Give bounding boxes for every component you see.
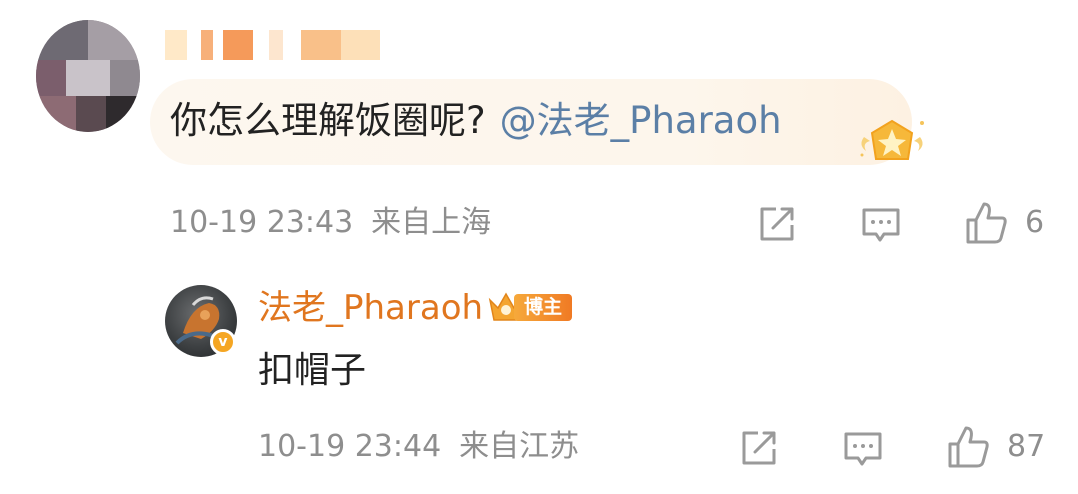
star-badge-icon <box>860 119 924 160</box>
comment-location: 来自上海 <box>371 205 492 240</box>
host-badge-label: 博主 <box>514 294 572 321</box>
comment-timestamp: 10-19 23:43 <box>170 205 354 240</box>
reply-location: 来自江苏 <box>459 429 580 464</box>
comment-icon[interactable] <box>842 428 884 470</box>
verified-badge-icon: v <box>210 329 236 355</box>
mention-link[interactable]: @法老_Pharaoh <box>500 99 782 142</box>
comment-text: 你怎么理解饭圈呢? @法老_Pharaoh <box>170 96 782 146</box>
like-icon[interactable] <box>946 424 990 470</box>
reply-text: 扣帽子 <box>258 350 367 391</box>
comment-like-count: 6 <box>1025 205 1045 240</box>
host-badge: 博主 <box>486 290 576 324</box>
like-icon[interactable] <box>964 200 1008 246</box>
comment-body: 你怎么理解饭圈呢? <box>170 99 486 142</box>
comment-icon[interactable] <box>860 204 902 246</box>
share-icon[interactable] <box>738 427 780 469</box>
reply-timestamp: 10-19 23:44 <box>258 429 442 464</box>
reply-like-count: 87 <box>1007 429 1046 464</box>
commenter-username-redacted <box>165 30 380 60</box>
reply-author-name[interactable]: 法老_Pharaoh <box>258 287 483 329</box>
commenter-avatar[interactable] <box>36 20 140 132</box>
comment-meta: 10-19 23:43 来自上海 <box>170 206 491 240</box>
reply-meta: 10-19 23:44 来自江苏 <box>258 430 579 464</box>
share-icon[interactable] <box>756 203 798 245</box>
